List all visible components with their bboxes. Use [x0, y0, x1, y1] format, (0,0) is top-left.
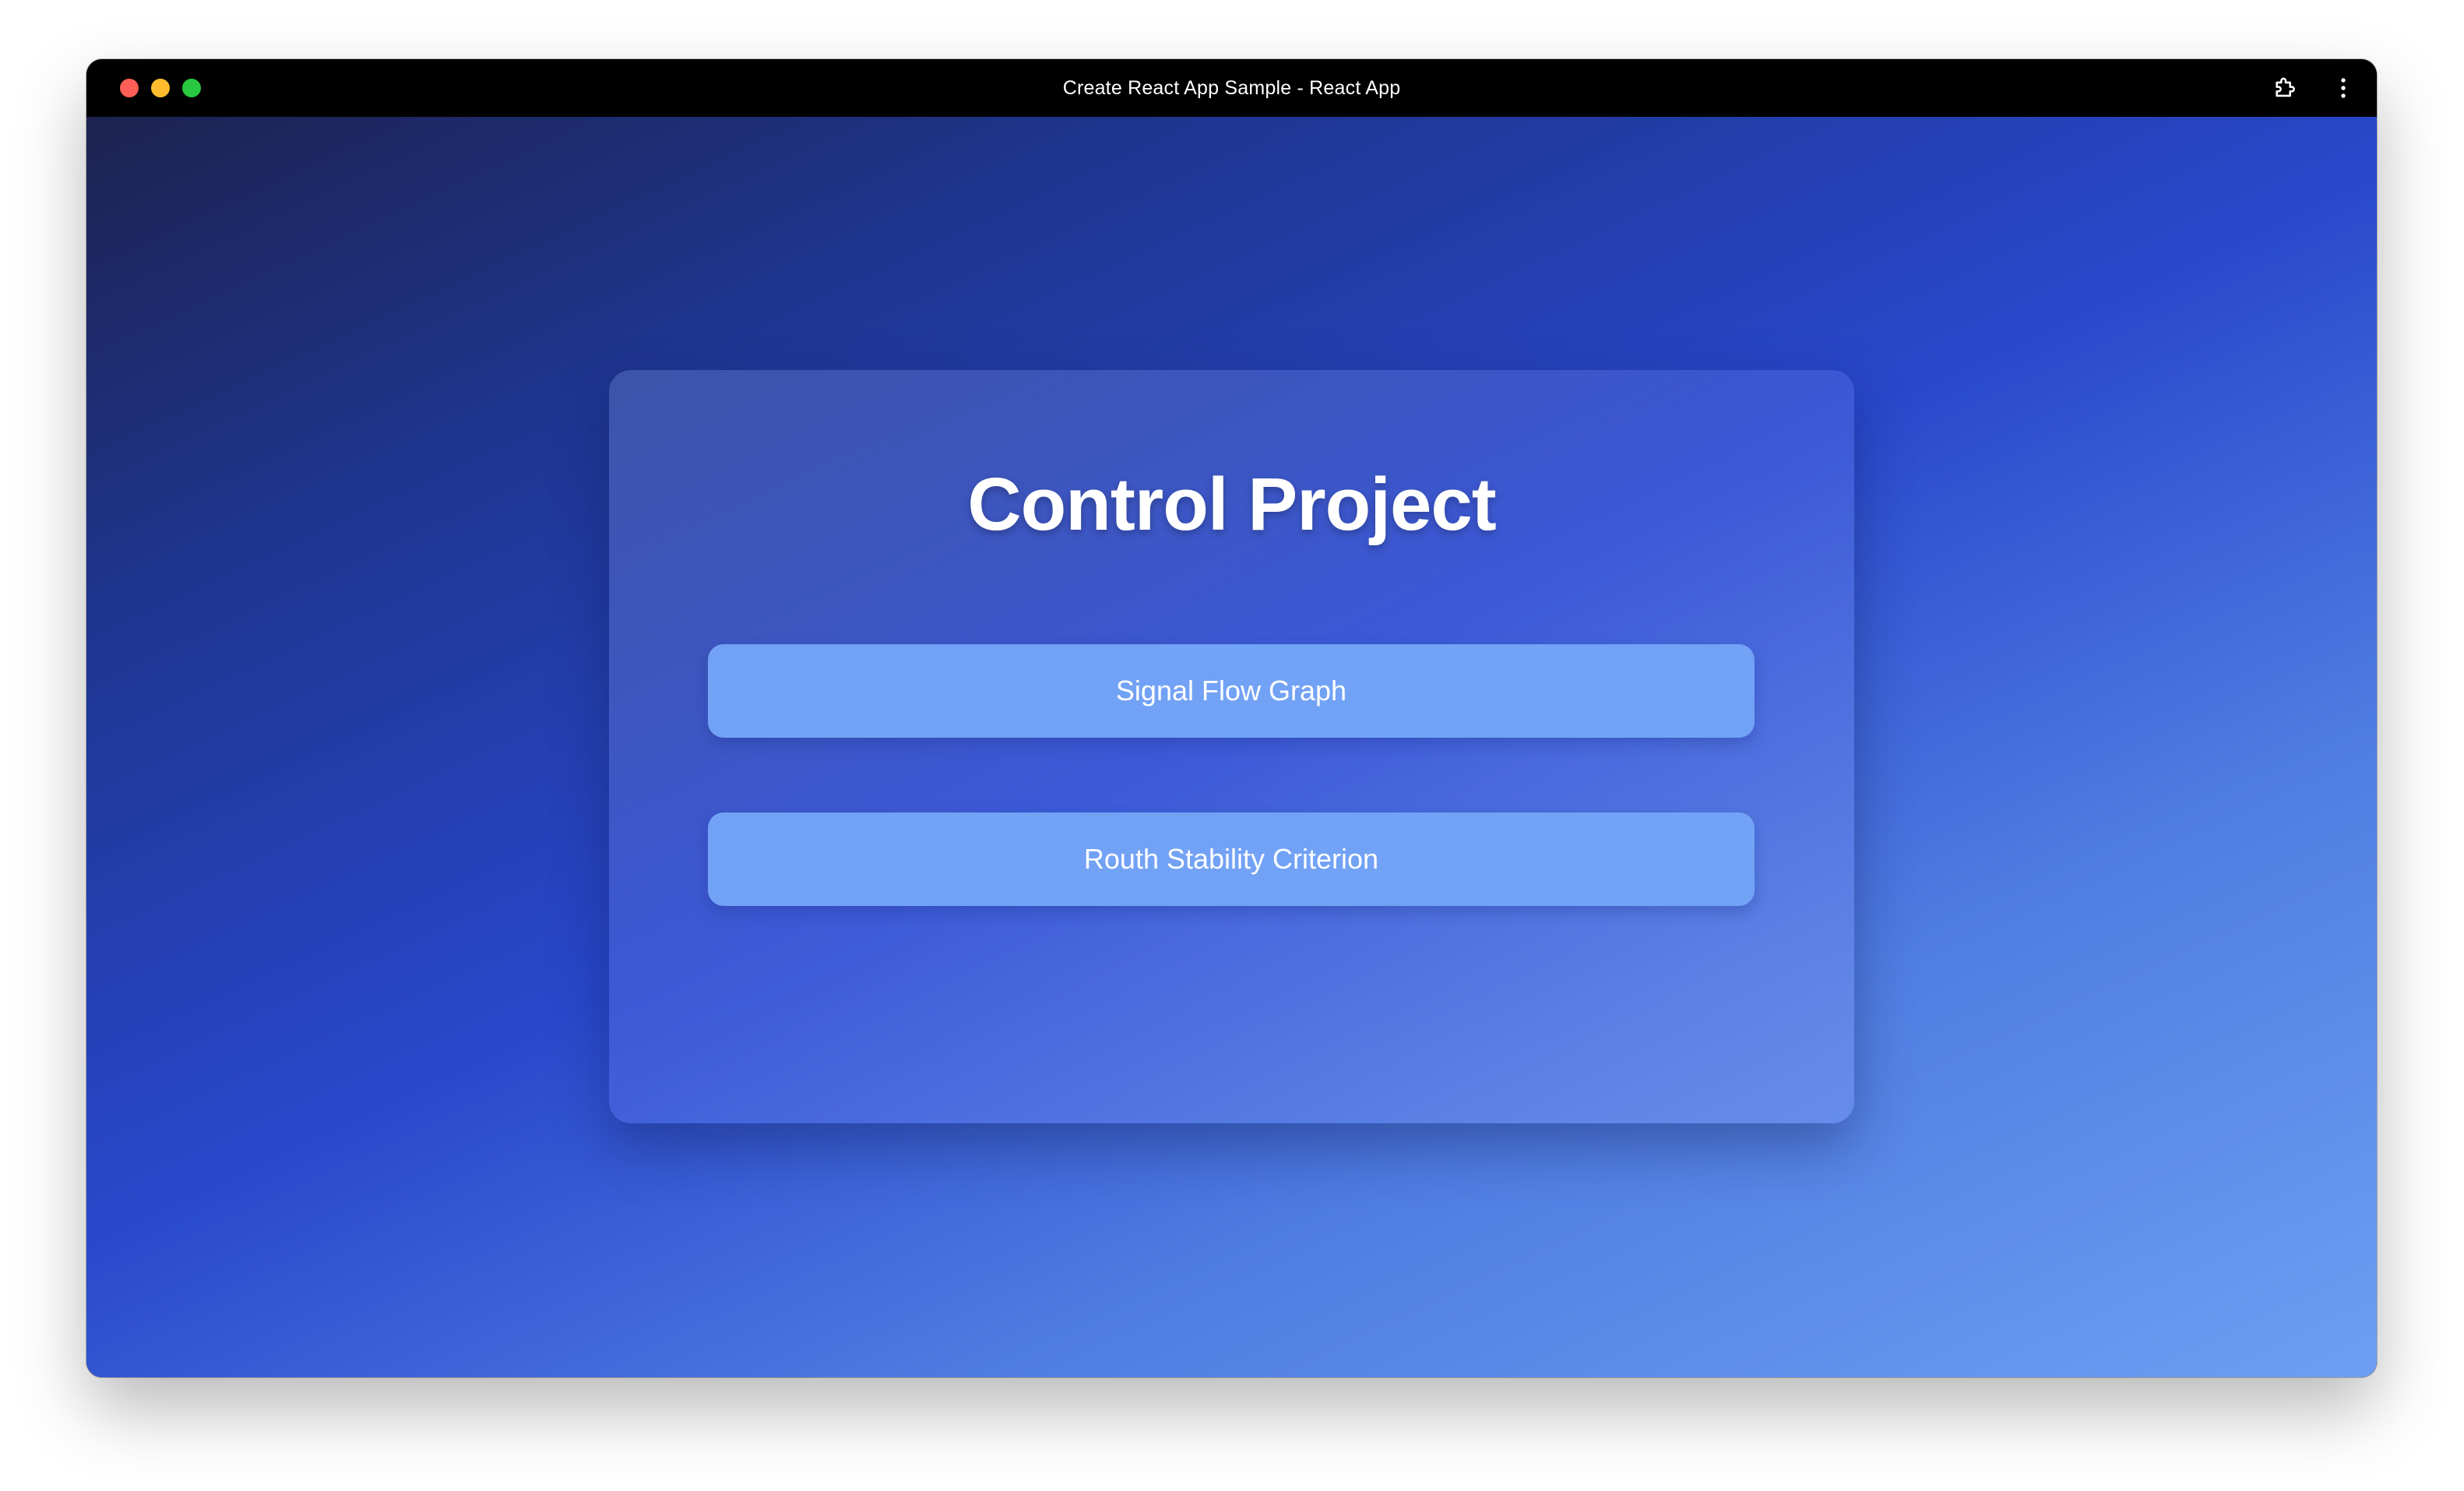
close-window-button[interactable] — [120, 79, 139, 97]
extensions-icon[interactable] — [2272, 75, 2299, 101]
minimize-window-button[interactable] — [151, 79, 170, 97]
window-title: Create React App Sample - React App — [1062, 76, 1401, 99]
page-title: Control Project — [967, 463, 1496, 546]
routh-stability-criterion-button[interactable]: Routh Stability Criterion — [708, 812, 1755, 906]
page-background: Control Project Signal Flow Graph Routh … — [86, 117, 2377, 1377]
signal-flow-graph-button[interactable]: Signal Flow Graph — [708, 644, 1755, 738]
maximize-window-button[interactable] — [182, 79, 201, 97]
window-controls — [120, 79, 201, 97]
browser-window: Create React App Sample - React App Cont… — [86, 59, 2377, 1377]
more-menu-icon[interactable] — [2330, 75, 2357, 101]
main-card: Control Project Signal Flow Graph Routh … — [609, 370, 1854, 1123]
title-bar: Create React App Sample - React App — [86, 59, 2377, 117]
